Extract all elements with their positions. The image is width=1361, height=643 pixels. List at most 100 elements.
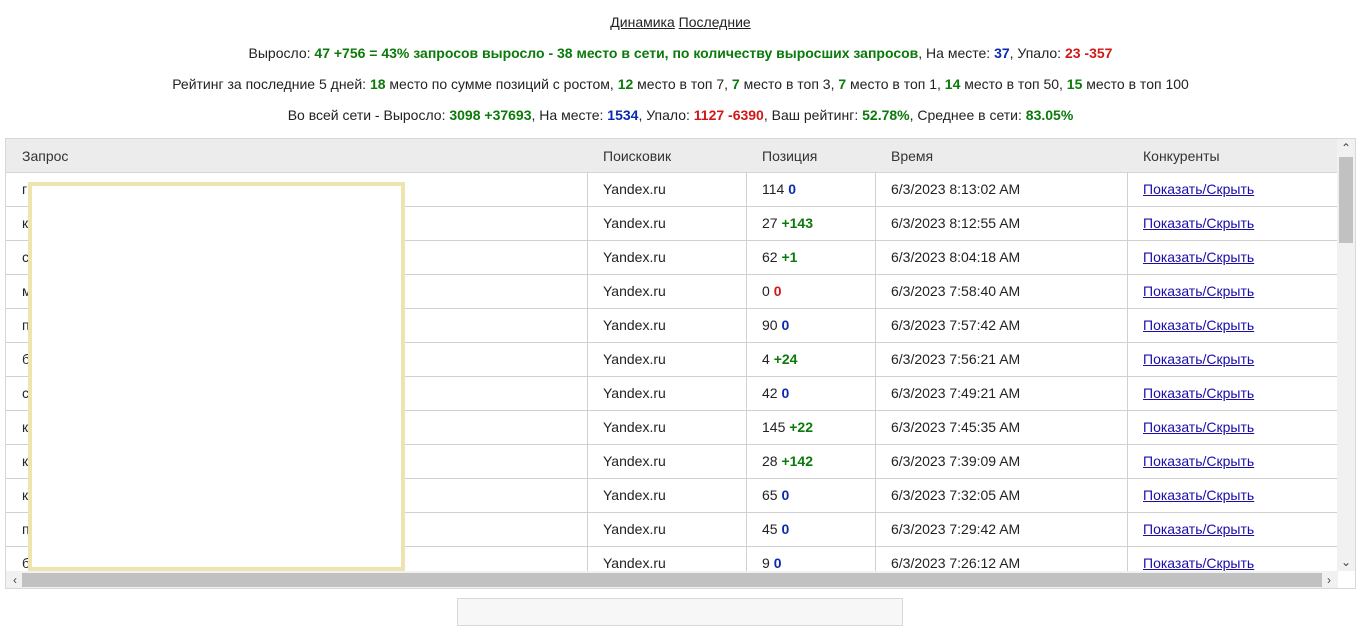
position-cell: 4 +24 [746,343,875,376]
position-value: 28 [762,453,778,469]
engine-cell: Yandex.ru [587,377,746,410]
header-position[interactable]: Позиция [762,139,817,173]
vertical-scrollbar[interactable]: ⌃ ⌄ [1337,139,1355,571]
time-cell: 6/3/2023 7:57:42 AM [875,309,1127,342]
position-value: 27 [762,215,778,231]
rating-text: место в топ 7, [633,76,732,92]
rating-text: место в топ 3, [739,76,839,92]
rating-summary: Рейтинг за последние 5 дней: 18 место по… [0,76,1361,92]
time-cell: 6/3/2023 7:58:40 AM [875,275,1127,308]
position-cell: 42 0 [746,377,875,410]
position-cell: 114 0 [746,173,875,206]
latest-link[interactable]: Последние [679,14,751,30]
pager-box[interactable] [457,598,903,626]
grew-label: Выросло: [248,45,315,61]
vertical-scroll-thumb[interactable] [1339,157,1353,243]
position-cell: 145 +22 [746,411,875,444]
fell-value: 23 -357 [1064,45,1113,61]
toggle-competitors-link[interactable]: Показать/Скрыть [1143,351,1254,367]
position-value: 0 [762,283,770,299]
toggle-competitors-link[interactable]: Показать/Скрыть [1143,181,1254,197]
rating-value: 7 [731,76,740,92]
toggle-competitors-link[interactable]: Показать/Скрыть [1143,317,1254,333]
header-engine[interactable]: Поисковик [603,139,671,173]
position-delta: +142 [781,453,814,469]
network-fell: 1127 -6390 [693,107,764,123]
rating-text: Рейтинг за последние 5 дней: [172,76,370,92]
position-delta: 0 [781,521,790,537]
engine-cell: Yandex.ru [587,207,746,240]
toggle-competitors-link[interactable]: Показать/Скрыть [1143,487,1254,503]
position-cell: 45 0 [746,513,875,546]
header-query[interactable]: Запрос [22,139,68,173]
toggle-competitors-link[interactable]: Показать/Скрыть [1143,385,1254,401]
network-average: 83.05% [1025,107,1074,123]
position-delta: 0 [788,181,797,197]
position-cell: 0 0 [746,275,875,308]
rating-text: место в топ 1, [846,76,945,92]
scroll-up-icon[interactable]: ⌃ [1337,139,1355,157]
header-time[interactable]: Время [891,139,933,173]
engine-cell: Yandex.ru [587,343,746,376]
header-competitors[interactable]: Конкуренты [1143,139,1220,173]
position-cell: 65 0 [746,479,875,512]
position-value: 65 [762,487,778,503]
engine-cell: Yandex.ru [587,275,746,308]
rating-value: 12 [617,76,634,92]
toggle-competitors-link[interactable]: Показать/Скрыть [1143,215,1254,231]
grid-header: Запрос Поисковик Позиция Время Конкурент… [6,139,1338,173]
position-cell: 28 +142 [746,445,875,478]
position-cell: 62 +1 [746,241,875,274]
toggle-competitors-link[interactable]: Показать/Скрыть [1143,419,1254,435]
position-delta: +22 [789,419,813,435]
fell-label: , Упало: [1009,45,1065,61]
scroll-down-icon[interactable]: ⌄ [1337,553,1355,571]
toggle-competitors-link[interactable]: Показать/Скрыть [1143,283,1254,299]
network-text: , Упало: [638,107,694,123]
position-value: 4 [762,351,770,367]
competitors-cell: Показать/Скрыть [1127,513,1338,546]
position-cell: 90 0 [746,309,875,342]
redaction-overlay [28,182,405,571]
dynamics-link[interactable]: Динамика [610,14,674,30]
competitors-cell: Показать/Скрыть [1127,275,1338,308]
network-text: , Среднее в сети: [909,107,1026,123]
engine-cell: Yandex.ru [587,513,746,546]
time-cell: 6/3/2023 7:29:42 AM [875,513,1127,546]
position-delta: 0 [773,283,782,299]
engine-cell: Yandex.ru [587,479,746,512]
toggle-competitors-link[interactable]: Показать/Скрыть [1143,555,1254,571]
engine-cell: Yandex.ru [587,411,746,444]
engine-cell: Yandex.ru [587,445,746,478]
position-value: 42 [762,385,778,401]
time-cell: 6/3/2023 8:13:02 AM [875,173,1127,206]
time-cell: 6/3/2023 7:39:09 AM [875,445,1127,478]
your-rating: 52.78% [862,107,910,123]
competitors-cell: Показать/Скрыть [1127,445,1338,478]
toggle-competitors-link[interactable]: Показать/Скрыть [1143,521,1254,537]
position-delta: +24 [773,351,798,367]
horizontal-scroll-thumb[interactable] [22,573,1322,587]
network-text: Во всей сети - Выросло: [287,107,450,123]
competitors-cell: Показать/Скрыть [1127,207,1338,240]
view-switch: Динамика Последние [0,14,1361,30]
horizontal-scrollbar[interactable]: ‹ › [6,571,1338,588]
rating-value: 15 [1066,76,1083,92]
position-value: 45 [762,521,778,537]
time-cell: 6/3/2023 8:04:18 AM [875,241,1127,274]
position-value: 9 [762,555,770,571]
competitors-cell: Показать/Скрыть [1127,411,1338,444]
stay-label: , На месте: [918,45,995,61]
engine-cell: Yandex.ru [587,309,746,342]
network-stay: 1534 [607,107,639,123]
position-value: 62 [762,249,778,265]
position-value: 145 [762,419,786,435]
position-delta: 0 [781,487,790,503]
position-delta: 0 [781,385,790,401]
toggle-competitors-link[interactable]: Показать/Скрыть [1143,453,1254,469]
position-value: 114 [762,181,785,197]
toggle-competitors-link[interactable]: Показать/Скрыть [1143,249,1254,265]
scroll-right-icon[interactable]: › [1320,571,1338,588]
competitors-cell: Показать/Скрыть [1127,343,1338,376]
engine-cell: Yandex.ru [587,241,746,274]
